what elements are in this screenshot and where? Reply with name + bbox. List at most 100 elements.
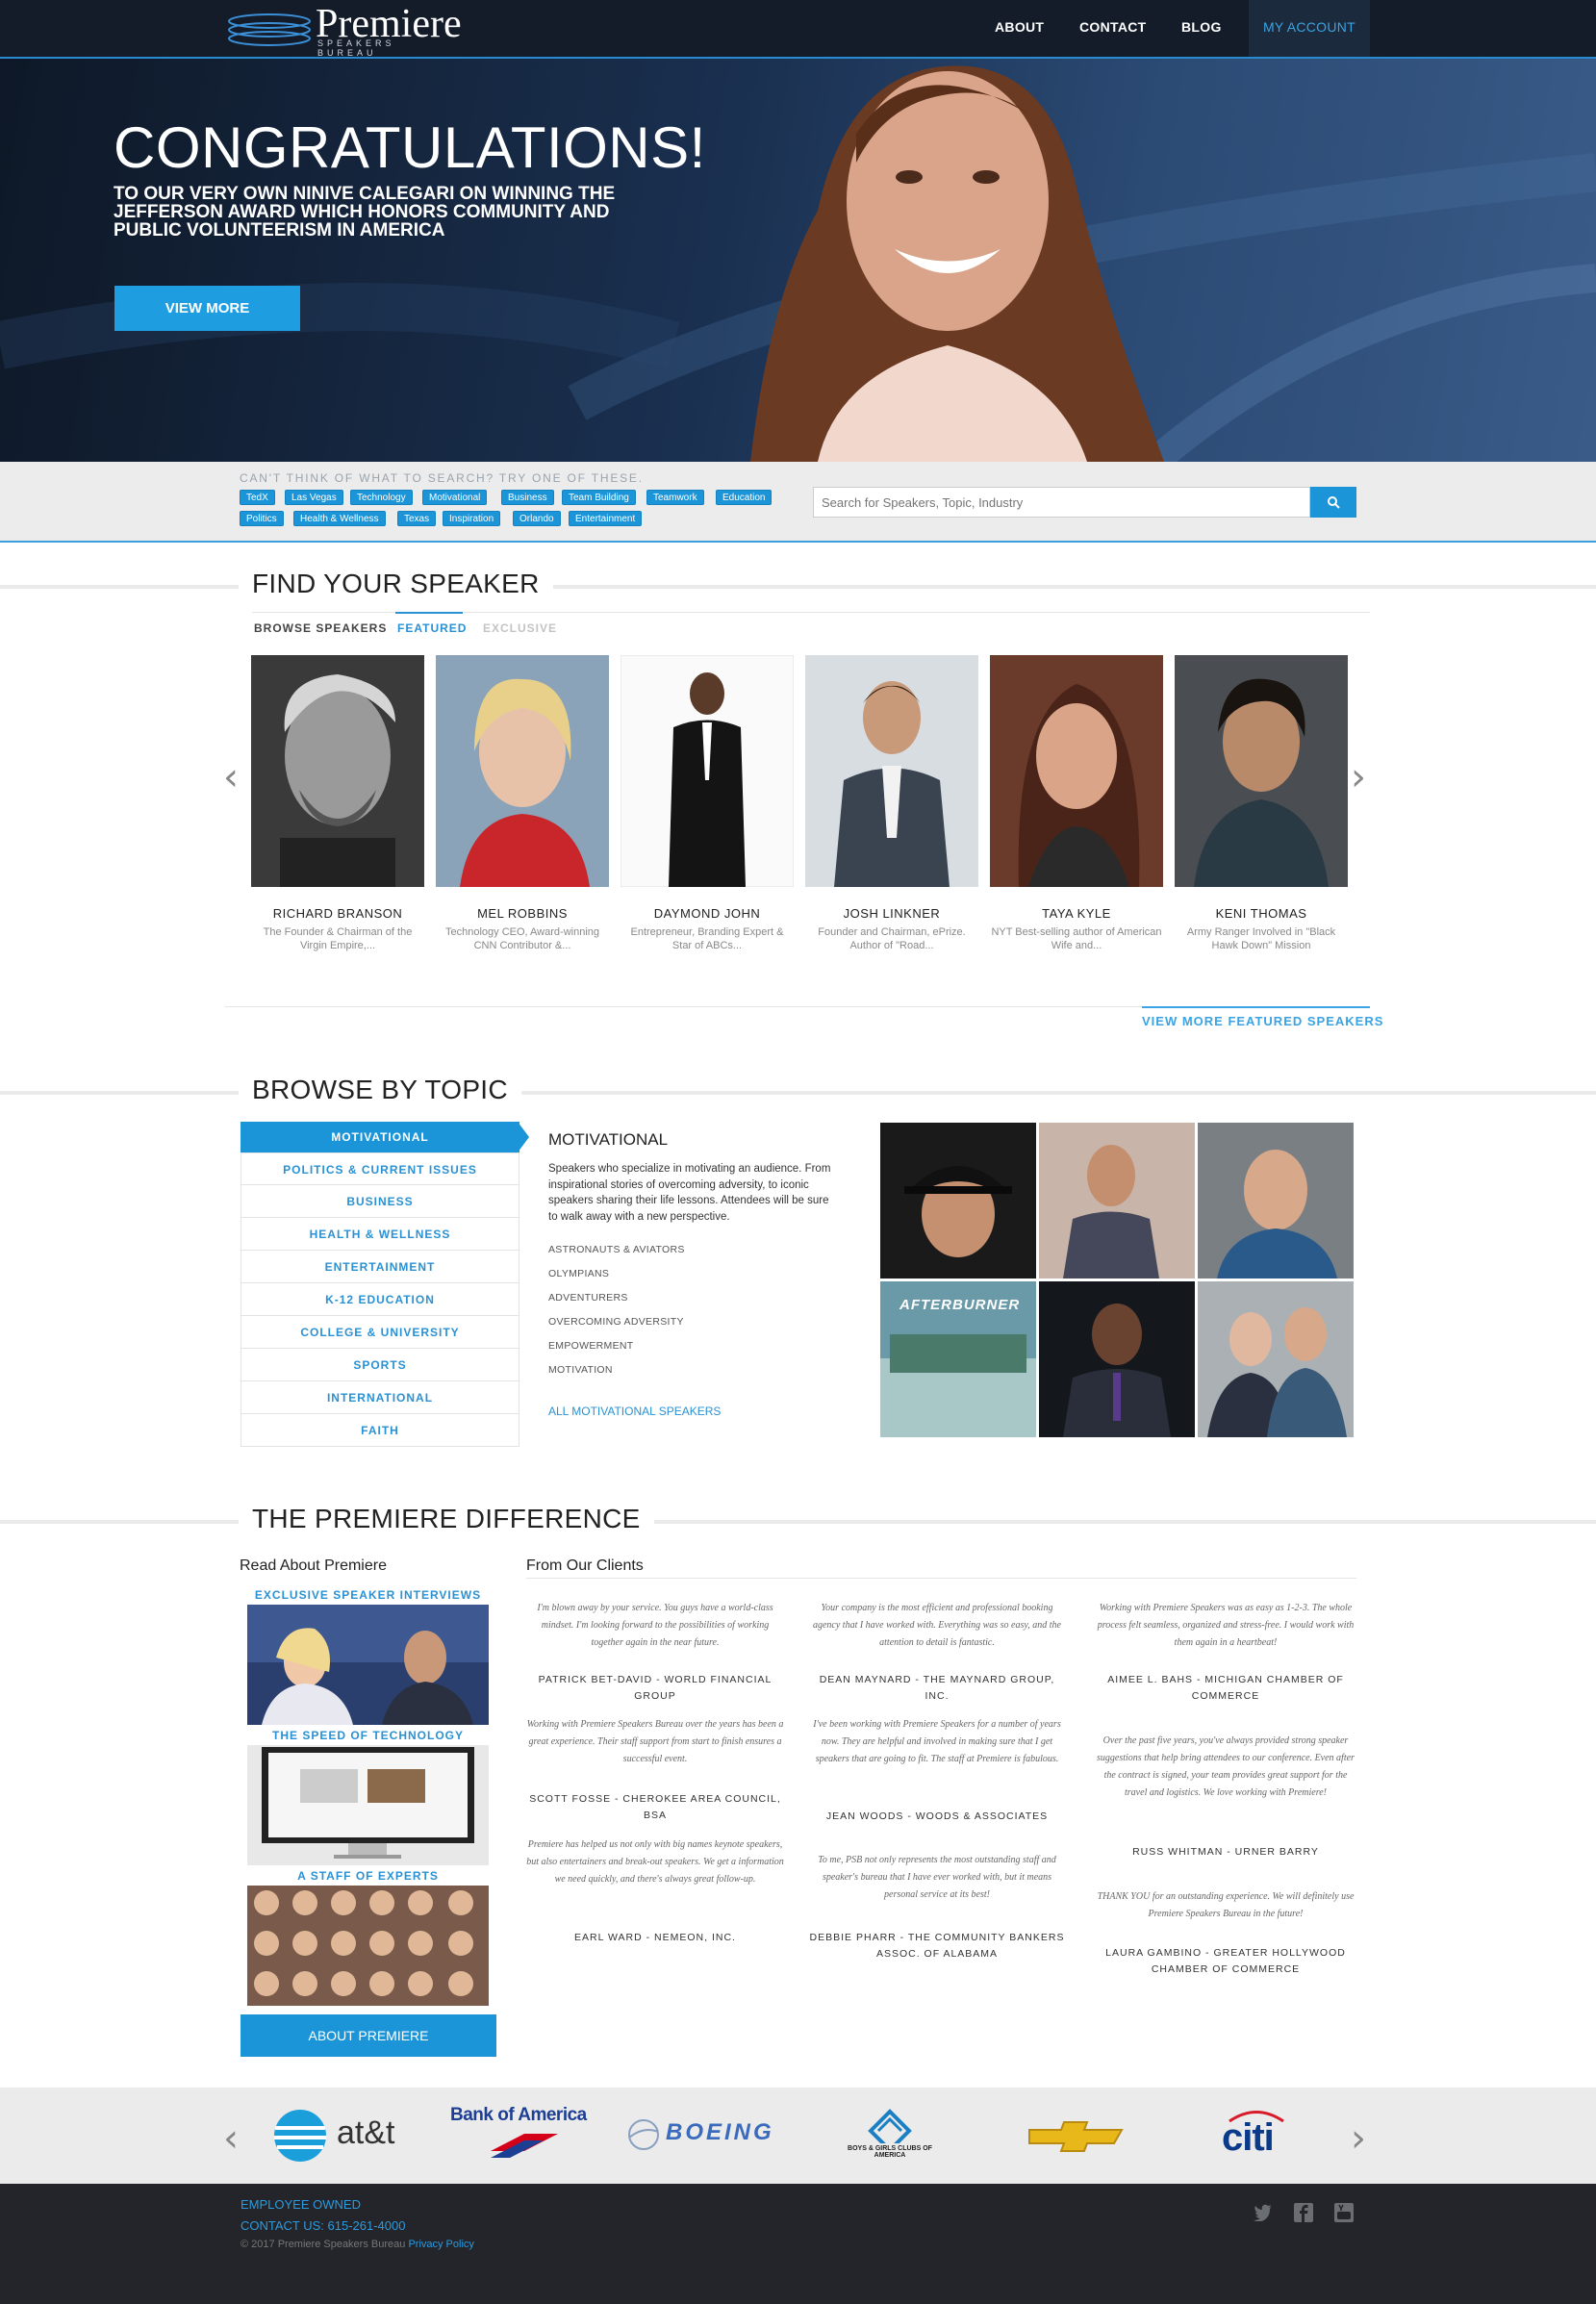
topic-speaker-photo[interactable]: AFTERBURNER	[880, 1281, 1036, 1437]
subtopic-overcoming-adversity[interactable]: OVERCOMING ADVERSITY	[548, 1316, 684, 1328]
topic-speaker-photo[interactable]	[1039, 1281, 1195, 1437]
topic-college-university[interactable]: COLLEGE & UNIVERSITY	[241, 1316, 519, 1349]
subtopic-adventurers[interactable]: ADVENTURERS	[548, 1292, 628, 1304]
citi-logo[interactable]: citi	[1220, 2109, 1297, 2159]
tag-texas[interactable]: Texas	[397, 511, 437, 526]
logos-right-arrow-icon[interactable]: ›	[1351, 2116, 1366, 2161]
logos-left-arrow-icon[interactable]: ‹	[223, 2116, 239, 2161]
speaker-desc: The Founder & Chairman of the Virgin Emp…	[263, 926, 413, 951]
topic-motivational[interactable]: MOTIVATIONAL	[241, 1122, 519, 1152]
view-more-accent	[1142, 1006, 1370, 1008]
tag-health-wellness[interactable]: Health & Wellness	[293, 511, 386, 526]
topic-sports[interactable]: SPORTS	[241, 1349, 519, 1381]
hero-portrait	[750, 65, 1164, 462]
all-motivational-link[interactable]: ALL MOTIVATIONAL SPEAKERS	[548, 1405, 721, 1418]
employee-owned-link[interactable]: EMPLOYEE OWNED	[241, 2197, 361, 2212]
tab-exclusive[interactable]: EXCLUSIVE	[483, 621, 557, 635]
speaker-desc: Entrepreneur, Branding Expert & Star of …	[630, 926, 784, 951]
youtube-icon[interactable]	[1334, 2203, 1354, 2222]
topic-politics[interactable]: POLITICS & CURRENT ISSUES	[241, 1152, 519, 1185]
nav-about[interactable]: ABOUT	[995, 0, 1044, 57]
subtopic-empowerment[interactable]: EMPOWERMENT	[548, 1340, 633, 1352]
topic-k12-education[interactable]: K-12 EDUCATION	[241, 1283, 519, 1316]
topic-entertainment[interactable]: ENTERTAINMENT	[241, 1251, 519, 1283]
search-button[interactable]	[1310, 487, 1356, 518]
topic-speaker-photo[interactable]	[1198, 1123, 1354, 1279]
browse-topic-title: BROWSE BY TOPIC	[239, 1075, 521, 1105]
testimonial-quote: Working with Premiere Speakers was as ea…	[1097, 1603, 1355, 1648]
boeing-logo[interactable]: BOEING	[625, 2114, 789, 2156]
citi-logo-text: citi	[1222, 2116, 1275, 2159]
tag-entertainment[interactable]: Entertainment	[569, 511, 643, 526]
testimonial-quote: I'm blown away by your service. You guys…	[537, 1603, 773, 1648]
speaker-card-keni-thomas[interactable]: KENI THOMAS Army Ranger Involved in "Bla…	[1175, 655, 1348, 952]
speaker-card-josh-linkner[interactable]: JOSH LINKNER Founder and Chairman, ePriz…	[805, 655, 978, 952]
tag-education[interactable]: Education	[716, 490, 773, 505]
subtopic-olympians[interactable]: OLYMPIANS	[548, 1268, 609, 1279]
topic-business[interactable]: BUSINESS	[241, 1185, 519, 1218]
experts-thumbnail[interactable]	[247, 1886, 489, 2006]
tag-team-building[interactable]: Team Building	[562, 490, 636, 505]
carousel-right-arrow-icon[interactable]: ›	[1351, 755, 1366, 799]
privacy-policy-link[interactable]: Privacy Policy	[408, 2239, 473, 2250]
tag-business[interactable]: Business	[501, 490, 554, 505]
tag-orlando[interactable]: Orlando	[513, 511, 561, 526]
bank-of-america-logo[interactable]: Bank of America	[447, 2105, 592, 2163]
tab-browse-speakers[interactable]: BROWSE SPEAKERS	[254, 621, 387, 635]
tag-inspiration[interactable]: Inspiration	[443, 511, 501, 526]
tag-teamwork[interactable]: Teamwork	[646, 490, 704, 505]
speaker-name: JOSH LINKNER	[843, 906, 941, 921]
speaker-card-mel-robbins[interactable]: MEL ROBBINS Technology CEO, Award-winnin…	[436, 655, 609, 952]
testimonial-quote: Over the past five years, you've always …	[1097, 1735, 1355, 1798]
premiere-logo[interactable]: Premiere SPEAKERS BUREAU	[225, 2, 462, 58]
view-more-featured-link[interactable]: VIEW MORE FEATURED SPEAKERS	[1142, 1014, 1383, 1028]
copyright-text: © 2017 Premiere Speakers Bureau	[241, 2239, 406, 2250]
afterburner-banner: AFTERBURNER	[899, 1297, 1021, 1313]
search-input[interactable]	[813, 487, 1310, 518]
speaker-desc: Technology CEO, Award-winning CNN Contri…	[445, 926, 599, 951]
topic-speaker-photo[interactable]	[880, 1123, 1036, 1279]
subtopic-astronauts[interactable]: ASTRONAUTS & AVIATORS	[548, 1244, 685, 1255]
att-logo-text: at&t	[337, 2114, 395, 2151]
read-experts-caption[interactable]: A STAFF OF EXPERTS	[241, 1869, 495, 1883]
tag-motivational[interactable]: Motivational	[422, 490, 488, 505]
boeing-mark-icon	[628, 2119, 659, 2150]
nav-contact[interactable]: CONTACT	[1079, 0, 1147, 57]
topic-health-wellness[interactable]: HEALTH & WELLNESS	[241, 1218, 519, 1251]
subtopic-motivation[interactable]: MOTIVATION	[548, 1364, 613, 1376]
tag-tedx[interactable]: TedX	[240, 490, 275, 505]
logo-sub: SPEAKERS BUREAU	[317, 38, 395, 58]
att-logo[interactable]: at&t	[273, 2109, 398, 2163]
speaker-card-daymond-john[interactable]: DAYMOND JOHN Entrepreneur, Branding Expe…	[620, 654, 795, 952]
twitter-icon[interactable]	[1254, 2204, 1273, 2221]
interviews-thumbnail[interactable]	[247, 1605, 489, 1725]
nav-my-account[interactable]: MY ACCOUNT	[1249, 0, 1370, 57]
tag-las-vegas[interactable]: Las Vegas	[285, 490, 343, 505]
footer	[0, 2184, 1596, 2304]
tag-politics[interactable]: Politics	[240, 511, 284, 526]
read-technology-caption[interactable]: THE SPEED OF TECHNOLOGY	[241, 1729, 495, 1742]
topic-faith[interactable]: FAITH	[241, 1414, 519, 1447]
topic-speaker-photo[interactable]	[1039, 1123, 1195, 1279]
chevrolet-logo[interactable]	[1027, 2120, 1124, 2153]
nav-blog[interactable]: BLOG	[1181, 0, 1222, 57]
carousel-left-arrow-icon[interactable]: ‹	[223, 755, 239, 799]
testimonial-author: RUSS WHITMAN - URNER BARRY	[1132, 1846, 1319, 1858]
read-about-heading: Read About Premiere	[240, 1557, 387, 1574]
tag-technology[interactable]: Technology	[350, 490, 413, 505]
boys-girls-clubs-logo[interactable]: BOYS & GIRLS CLUBS OF AMERICA	[837, 2107, 943, 2165]
about-premiere-button[interactable]: ABOUT PREMIERE	[241, 2014, 496, 2057]
speaker-desc: NYT Best-selling author of American Wife…	[991, 926, 1162, 951]
topic-international[interactable]: INTERNATIONAL	[241, 1381, 519, 1414]
contact-phone-link[interactable]: CONTACT US: 615-261-4000	[241, 2218, 405, 2233]
tab-featured[interactable]: FEATURED	[397, 621, 467, 635]
read-interviews-caption[interactable]: EXCLUSIVE SPEAKER INTERVIEWS	[241, 1588, 495, 1602]
topic-speaker-photo[interactable]	[1198, 1281, 1354, 1437]
facebook-icon[interactable]	[1294, 2203, 1313, 2222]
speaker-card-taya-kyle[interactable]: TAYA KYLE NYT Best-selling author of Ame…	[990, 655, 1163, 952]
speaker-card-richard-branson[interactable]: RICHARD BRANSON The Founder & Chairman o…	[251, 655, 424, 952]
speaker-name: KENI THOMAS	[1215, 906, 1307, 921]
topic-description: Speakers who specialize in motivating an…	[548, 1163, 831, 1223]
view-more-button[interactable]: VIEW MORE	[114, 286, 300, 331]
technology-thumbnail[interactable]	[247, 1745, 489, 1865]
